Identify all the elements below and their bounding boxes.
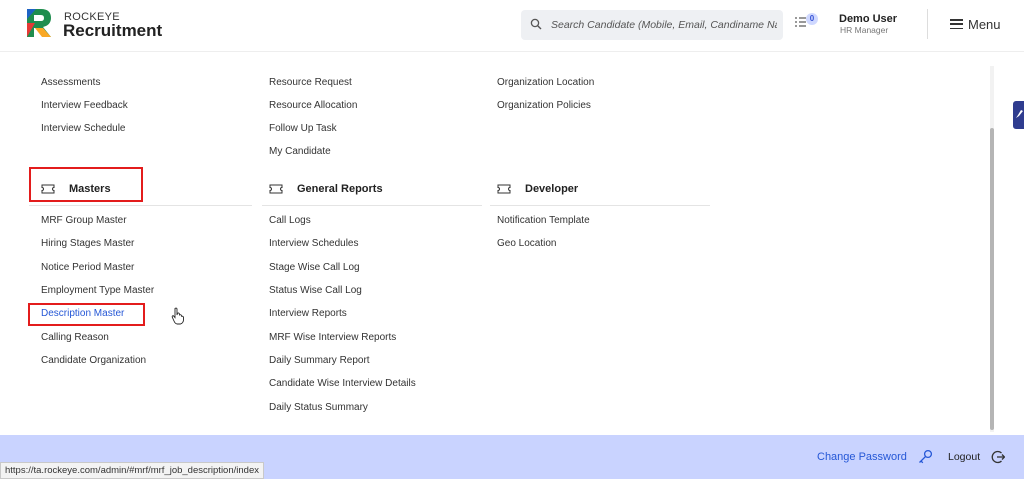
menu-link-calling-reason[interactable]: Calling Reason <box>41 332 109 343</box>
logout-link[interactable]: Logout <box>948 451 980 463</box>
menu-link-hiring-stages-master[interactable]: Hiring Stages Master <box>41 238 134 249</box>
menu-link-call-logs[interactable]: Call Logs <box>269 215 311 226</box>
section-title-general-reports: General Reports <box>297 183 383 195</box>
menu-link-interview-reports[interactable]: Interview Reports <box>269 308 347 319</box>
menu-link-interview-schedules[interactable]: Interview Schedules <box>269 238 359 249</box>
logout-icon[interactable] <box>991 450 1005 464</box>
menu-link-notification-template[interactable]: Notification Template <box>497 215 590 226</box>
header-divider <box>927 9 928 39</box>
candidate-search[interactable]: Search Candidate (Mobile, Email, Candina… <box>521 10 783 40</box>
hand-pointer-cursor-icon <box>171 307 184 325</box>
change-password-link[interactable]: Change Password <box>817 451 907 463</box>
menu-link-mrf-group-master[interactable]: MRF Group Master <box>41 215 127 226</box>
menu-link-assessments[interactable]: Assessments <box>41 77 100 88</box>
section-divider <box>490 205 710 206</box>
section-title-developer: Developer <box>525 183 579 195</box>
menu-link-organization-policies[interactable]: Organization Policies <box>497 100 591 111</box>
menu-link-resource-allocation[interactable]: Resource Allocation <box>269 100 357 111</box>
section-general-reports: General Reports <box>269 183 383 195</box>
menu-link-daily-status-summary[interactable]: Daily Status Summary <box>269 402 368 413</box>
menu-link-notice-period-master[interactable]: Notice Period Master <box>41 262 134 273</box>
menu-link-my-candidate[interactable]: My Candidate <box>269 146 331 157</box>
user-role: HR Manager <box>840 25 889 35</box>
user-name[interactable]: Demo User <box>839 13 897 25</box>
search-icon <box>530 18 542 30</box>
menu-link-interview-feedback[interactable]: Interview Feedback <box>41 100 128 111</box>
notification-badge: 0 <box>806 13 818 25</box>
browser-status-url: https://ta.rockeye.com/admin/#mrf/mrf_jo… <box>0 462 264 479</box>
rockeye-logo-icon[interactable] <box>24 7 54 39</box>
menu-button[interactable]: Menu <box>950 16 1001 32</box>
key-icon[interactable] <box>918 449 933 464</box>
search-input[interactable]: Search Candidate (Mobile, Email, Candina… <box>551 19 777 31</box>
top-header: ROCKEYE Recruitment Search Candidate (Mo… <box>0 0 1024 52</box>
hamburger-icon <box>950 19 963 29</box>
menu-link-employment-type-master[interactable]: Employment Type Master <box>41 285 154 296</box>
ticket-icon <box>497 184 511 194</box>
menu-link-daily-summary-report[interactable]: Daily Summary Report <box>269 355 370 366</box>
section-developer: Developer <box>497 183 578 195</box>
side-launcher-tab[interactable] <box>1013 101 1024 129</box>
menu-link-resource-request[interactable]: Resource Request <box>269 77 352 88</box>
highlight-box-masters <box>29 167 143 202</box>
menu-link-candidate-organization[interactable]: Candidate Organization <box>41 355 146 366</box>
menu-link-stage-wise-call-log[interactable]: Stage Wise Call Log <box>269 262 360 273</box>
menu-link-mrf-wise-interview-reports[interactable]: MRF Wise Interview Reports <box>269 332 396 343</box>
highlight-box-description-master <box>28 303 145 326</box>
section-divider <box>29 205 252 206</box>
section-divider <box>262 205 482 206</box>
menu-link-candidate-wise-interview-details[interactable]: Candidate Wise Interview Details <box>269 378 416 389</box>
menu-link-interview-schedule[interactable]: Interview Schedule <box>41 123 126 134</box>
ticket-icon <box>269 184 283 194</box>
menu-link-geo-location[interactable]: Geo Location <box>497 238 557 249</box>
menu-link-status-wise-call-log[interactable]: Status Wise Call Log <box>269 285 362 296</box>
scrollbar-thumb[interactable] <box>990 128 994 430</box>
menu-link-organization-location[interactable]: Organization Location <box>497 77 594 88</box>
brand-name: Recruitment <box>63 21 163 40</box>
menu-link-follow-up-task[interactable]: Follow Up Task <box>269 123 337 134</box>
menu-label: Menu <box>968 16 1001 32</box>
rocket-icon <box>1016 110 1023 118</box>
